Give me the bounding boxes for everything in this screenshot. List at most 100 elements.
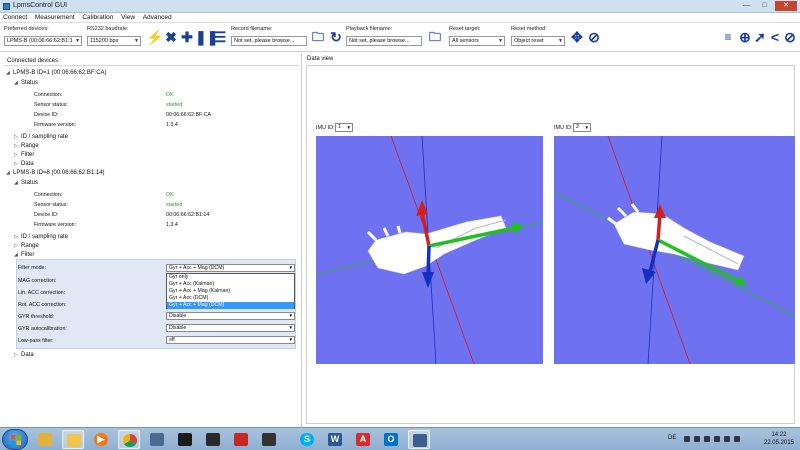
refresh-icon[interactable]: ↻ [328,29,344,45]
tree-id-rate-1[interactable]: ▷ID / sampling rate [14,133,68,141]
tree-data-1[interactable]: ▷Data [14,160,34,168]
dropdown-option[interactable]: Gyr + Acc (DCM) [167,295,294,302]
tree-device-1[interactable]: ◢LPMS-B ID=1 (00:06:66:62:BF:CA) [6,69,107,77]
3d-viewport-2[interactable] [554,136,795,364]
taskbar-app-window[interactable] [146,430,168,449]
imu-id-select-1[interactable]: 1 ▼ [335,123,353,132]
chevron-down-icon: ▼ [558,37,563,45]
maximize-button[interactable]: □ [756,1,773,11]
tray-battery-icon[interactable] [724,436,730,442]
menu-measurement[interactable]: Measurement [32,13,78,21]
wireless-icon[interactable]: ≡ [720,29,736,45]
taskbar-media-player[interactable]: ▶ [90,430,112,449]
tree-filter-1[interactable]: ▷Filter [14,151,34,159]
close-button[interactable]: ✕ [775,1,797,11]
reset-target-select[interactable]: All sensors ▼ [449,36,505,46]
reset-orientation-icon[interactable]: ✥ [569,29,585,45]
gyr-autocalibration-value: Disable [169,325,186,331]
chevron-down-icon: ▼ [289,325,293,331]
reset-method-select[interactable]: Object reset ▼ [511,36,565,46]
taskbar-lpmscontrol[interactable] [408,430,430,449]
disconnect-icon[interactable]: ✖ [163,29,179,45]
range-label: Range [21,243,39,249]
filter-label: Filter [21,252,34,258]
tray-app-icon[interactable] [694,436,700,442]
taskbar-library[interactable] [62,430,84,449]
baudrate-select[interactable]: 115200 bps ▼ [87,36,141,46]
tray-arrow-icon[interactable] [684,436,690,442]
imu-id-select-2[interactable]: 2 ▼ [573,123,591,132]
preferred-devices-label: Preferred devices: [4,26,82,34]
firmware-value: 1.3.4 [166,221,178,229]
record-filename-field[interactable]: Not set, please browse... [231,36,307,46]
share-icon[interactable]: < [767,29,783,45]
tray-volume-icon[interactable] [734,436,740,442]
folder-icon[interactable]: 🗀 [427,29,443,45]
tree-data-2[interactable]: ▷Data [14,351,34,359]
dropdown-option[interactable]: Gyr + Acc + Mag (Kalman) [167,288,294,295]
dropdown-option-selected[interactable]: Gyr + Acc + Mag (DCM) [167,302,294,309]
dropdown-option[interactable]: Gyr only [167,274,294,281]
mag-correction-key: MAG correction: [18,277,56,285]
taskbar-terminal[interactable] [174,430,196,449]
word-icon: W [328,433,342,446]
low-pass-filter-select[interactable]: off ▼ [166,336,295,344]
menu-calibration[interactable]: Calibration [79,13,116,21]
gyr-autocalibration-select[interactable]: Disable ▼ [166,324,295,332]
pause-icon[interactable]: ❚❚ [195,29,211,45]
media-player-icon: ▶ [94,433,108,446]
imu-id-value: 1 [338,124,341,130]
folder-icon[interactable]: 🗀 [310,29,326,45]
taskbar-skype[interactable]: S [296,430,318,449]
taskbar-game[interactable] [202,430,224,449]
windows-logo-icon [11,435,21,445]
clock[interactable]: 14:22 22.05.2015 [764,431,794,447]
menu-view[interactable]: View [118,13,138,21]
taskbar-word[interactable]: W [324,430,346,449]
preferred-devices-select[interactable]: LPMS-B (00:06:66:62:B1:1 ▼ [4,36,82,46]
taskbar-acrobat[interactable]: A [352,430,374,449]
playback-filename-field[interactable]: Not set, please browse... [346,36,422,46]
taskbar-music[interactable] [230,430,252,449]
device-id-key: Device ID: [34,211,58,219]
menu-advanced[interactable]: Advanced [140,13,175,21]
connection-value: OK [166,91,174,99]
taskbar-outlook[interactable]: O [380,430,402,449]
target-icon[interactable]: ⊕ [737,29,753,45]
pdf-icon: A [356,433,370,446]
expanded-arrow-icon: ◢ [6,169,13,177]
lin-acc-correction-key: Lin. ACC correction: [18,289,65,297]
taskbar-grid-app[interactable] [258,430,280,449]
tree-id-rate-2[interactable]: ▷ID / sampling rate [14,233,68,241]
tree-status-1[interactable]: ◢Status [14,79,38,87]
start-button[interactable] [2,429,28,450]
3d-viewport-1[interactable] [316,136,543,364]
language-indicator[interactable]: DE [668,435,676,441]
record-filename-label: Record filename: [231,26,307,34]
baudrate-group: RS232 baudrate: 115200 bps ▼ [87,26,141,46]
filter-mode-select[interactable]: Gyr + Acc + Mag (DCM) ▼ [166,264,295,272]
collapsed-arrow-icon: ▷ [14,133,21,141]
record-list-icon[interactable]: ☰ [212,29,228,45]
tree-status-2[interactable]: ◢Status [14,179,38,187]
taskbar-explorer-folder[interactable] [34,430,56,449]
dropdown-option[interactable]: Gyr + Acc (Kalman) [167,281,294,288]
menu-connect[interactable]: Connect [0,13,30,21]
connect-icon[interactable]: ⚡ [146,29,162,45]
tree-device-2[interactable]: ◢LPMS-B ID=8 (00:06:66:62:B1:14) [6,169,105,177]
tree-range-1[interactable]: ▷Range [14,142,39,150]
stop-icon[interactable]: ⊘ [586,29,602,45]
gyr-threshold-select[interactable]: Disable ▼ [166,312,295,320]
minimize-button[interactable]: — [738,1,755,11]
expanded-arrow-icon: ◢ [14,179,21,187]
tree-filter-2[interactable]: ◢Filter [14,251,34,259]
tray-flag-icon[interactable] [714,436,720,442]
taskbar-chrome[interactable] [118,430,140,449]
imu-id-label: IMU ID: [554,125,573,131]
no-entry-icon[interactable]: ⊘ [782,29,798,45]
tree-range-2[interactable]: ▷Range [14,242,39,250]
calibrate-icon[interactable]: ➚ [752,29,768,45]
playback-filename-group: Playback filename: Not set, please brows… [346,26,422,46]
tray-network-icon[interactable] [704,436,710,442]
add-sensor-icon[interactable]: ✚ [179,29,195,45]
